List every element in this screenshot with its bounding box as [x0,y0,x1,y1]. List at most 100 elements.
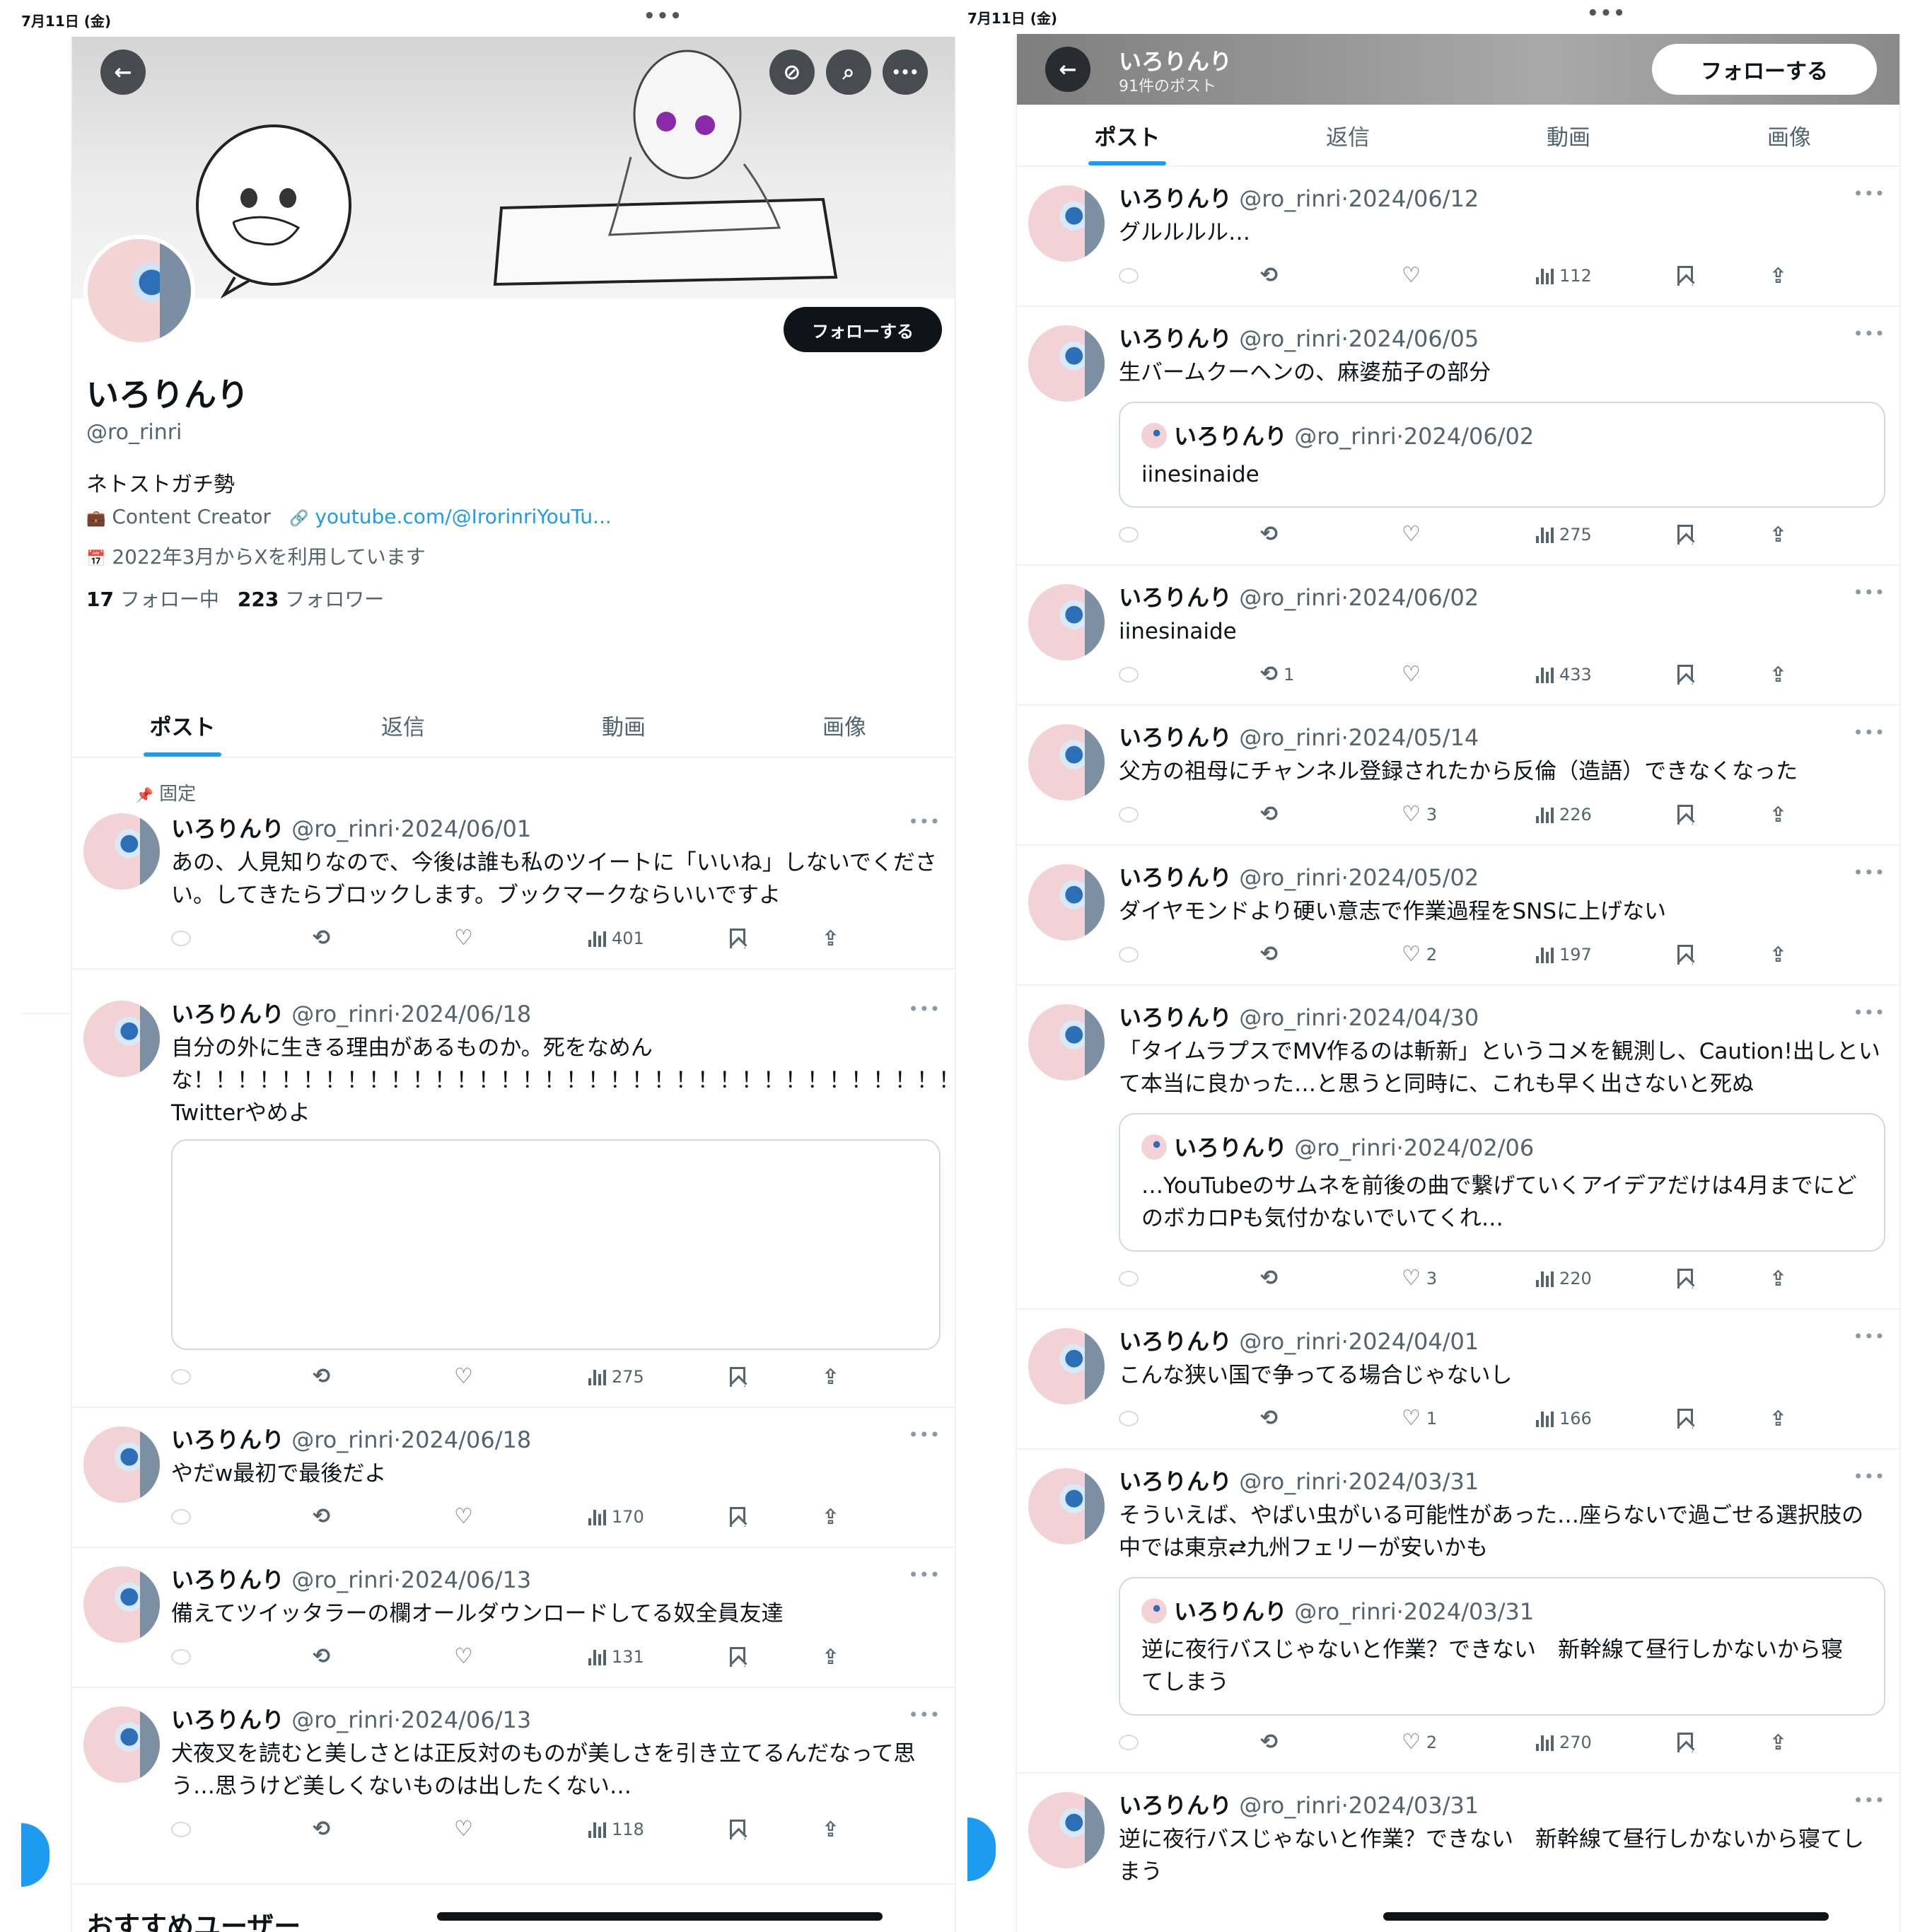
like-button[interactable]: ♡ [454,1506,588,1527]
post-author[interactable]: いろりんり [171,1001,284,1028]
tab-videos[interactable]: 動画 [1458,105,1679,165]
retweet-button[interactable]: ⟲ [313,1646,454,1668]
retweet-button[interactable]: ⟲ [1260,1408,1402,1429]
bookmark-button[interactable] [730,929,822,948]
reply-button[interactable] [1119,807,1260,822]
like-button[interactable]: ♡ 1 [1402,1408,1536,1429]
share-button[interactable]: ⇪ [822,1645,839,1670]
profile-avatar[interactable] [83,235,195,347]
reply-button[interactable] [1119,1411,1260,1426]
post-date[interactable]: 2024/06/13 [401,1566,531,1593]
like-button[interactable]: ♡ [454,1819,588,1840]
bookmark-button[interactable] [1677,1269,1769,1288]
post-item[interactable]: ••• いろりんり @ro_rinri·2024/06/18 やだw最初で最後だ… [72,1408,955,1548]
post-author[interactable]: いろりんり [1119,1004,1232,1031]
multitask-dots[interactable]: ••• [1587,3,1627,24]
post-author[interactable]: いろりんり [171,1566,284,1593]
reply-button[interactable] [171,931,313,946]
post-more-icon[interactable]: ••• [1854,1327,1885,1346]
bookmark-button[interactable] [730,1820,822,1839]
quoted-post[interactable]: いろりんり @ro_rinri·2024/03/31 逆に夜行バスじゃないと作業… [1119,1577,1885,1716]
tab-posts[interactable]: ポスト [1017,105,1238,165]
post-avatar[interactable] [1028,1328,1105,1404]
share-button[interactable]: ⇪ [1769,1730,1787,1755]
post-avatar[interactable] [1028,584,1105,661]
more-button[interactable]: ••• [883,50,928,95]
reply-button[interactable] [171,1649,313,1665]
views-button[interactable]: 270 [1536,1733,1677,1752]
post-author[interactable]: いろりんり [171,815,284,842]
bookmark-button[interactable] [1677,945,1769,965]
like-button[interactable]: ♡ [1402,265,1536,286]
multitask-dots[interactable]: ••• [644,6,683,27]
reply-button[interactable] [1119,1735,1260,1750]
post-more-icon[interactable]: ••• [1854,1467,1885,1486]
views-button[interactable]: 197 [1536,945,1677,965]
like-button[interactable]: ♡ 2 [1402,944,1536,965]
bookmark-button[interactable] [1677,1733,1769,1752]
like-button[interactable]: ♡ [1402,664,1536,685]
post-author[interactable]: いろりんり [171,1706,284,1733]
followers-link[interactable]: 223 フォロワー [238,584,384,612]
post-item[interactable]: ••• いろりんり @ro_rinri·2024/03/31 そういえば、やばい… [1017,1450,1899,1774]
post-date[interactable]: 2024/03/31 [1349,1792,1479,1819]
post-item[interactable]: ••• いろりんり @ro_rinri·2024/04/30 「タイムラプスでM… [1017,986,1899,1310]
reply-button[interactable] [171,1509,313,1525]
post-item[interactable]: ••• いろりんり @ro_rinri·2024/06/05 生バームクーヘンの… [1017,307,1899,566]
retweet-button[interactable]: ⟲ 1 [1260,664,1402,685]
like-button[interactable]: ♡ [454,1366,588,1387]
post-date[interactable]: 2024/03/31 [1349,1468,1479,1495]
post-item[interactable]: ••• いろりんり @ro_rinri·2024/05/14 父方の祖母にチャン… [1017,706,1899,846]
post-item[interactable]: ••• いろりんり @ro_rinri·2024/06/02 iinesinai… [1017,566,1899,706]
post-avatar[interactable] [83,1706,160,1783]
bookmark-button[interactable] [730,1367,822,1387]
retweet-button[interactable]: ⟲ [1260,1268,1402,1289]
post-more-icon[interactable]: ••• [1854,184,1885,204]
post-more-icon[interactable]: ••• [1854,863,1885,883]
reply-button[interactable] [171,1369,313,1385]
website-link[interactable]: youtube.com/@IrorinriYouTu... [315,505,611,528]
back-button[interactable]: ← [100,50,146,95]
post-more-icon[interactable]: ••• [1854,1791,1885,1810]
views-button[interactable]: 131 [588,1647,730,1667]
post-item[interactable]: ••• いろりんり @ro_rinri·2024/06/18 自分の外に生きる理… [72,970,955,1408]
like-button[interactable]: ♡ 3 [1402,804,1536,825]
post-date[interactable]: 2024/04/30 [1349,1004,1479,1031]
reply-button[interactable] [1119,268,1260,284]
tab-images[interactable]: 画像 [734,693,955,757]
share-button[interactable]: ⇪ [1769,943,1787,967]
post-avatar[interactable] [1028,1004,1105,1081]
share-button[interactable]: ⇪ [1769,1267,1787,1291]
post-author[interactable]: いろりんり [1119,1328,1232,1355]
hide-button[interactable]: ⊘ [769,50,815,95]
post-date[interactable]: 2024/06/02 [1349,584,1479,611]
retweet-button[interactable]: ⟲ [313,928,454,949]
reply-button[interactable] [1119,947,1260,962]
home-indicator[interactable] [1383,1912,1829,1921]
reply-button[interactable] [1119,667,1260,682]
sidebar-blue-tab[interactable] [967,1817,996,1881]
reply-button[interactable] [171,1822,313,1837]
back-button[interactable]: ← [1045,47,1090,92]
views-button[interactable]: 275 [588,1367,730,1387]
tab-replies[interactable]: 返信 [1238,105,1458,165]
tab-replies[interactable]: 返信 [293,693,513,757]
follow-button[interactable]: フォローする [784,307,942,352]
tab-videos[interactable]: 動画 [513,693,734,757]
views-button[interactable]: 275 [1536,525,1677,545]
post-more-icon[interactable]: ••• [1854,324,1885,344]
retweet-button[interactable]: ⟲ [1260,265,1402,286]
bookmark-button[interactable] [1677,805,1769,825]
views-button[interactable]: 401 [588,929,730,948]
post-date[interactable]: 2024/04/01 [1349,1328,1479,1355]
post-more-icon[interactable]: ••• [909,1705,941,1725]
post-more-icon[interactable]: ••• [1854,1003,1885,1023]
bookmark-button[interactable] [1677,665,1769,685]
post-author[interactable]: いろりんり [1119,185,1232,212]
post-item[interactable]: ••• いろりんり @ro_rinri·2024/05/02 ダイヤモンドより硬… [1017,846,1899,986]
search-button[interactable]: ⌕ [826,50,871,95]
post-date[interactable]: 2024/06/18 [401,1426,531,1453]
like-button[interactable]: ♡ [454,928,588,949]
home-indicator[interactable] [437,1912,883,1921]
views-button[interactable]: 433 [1536,665,1677,685]
